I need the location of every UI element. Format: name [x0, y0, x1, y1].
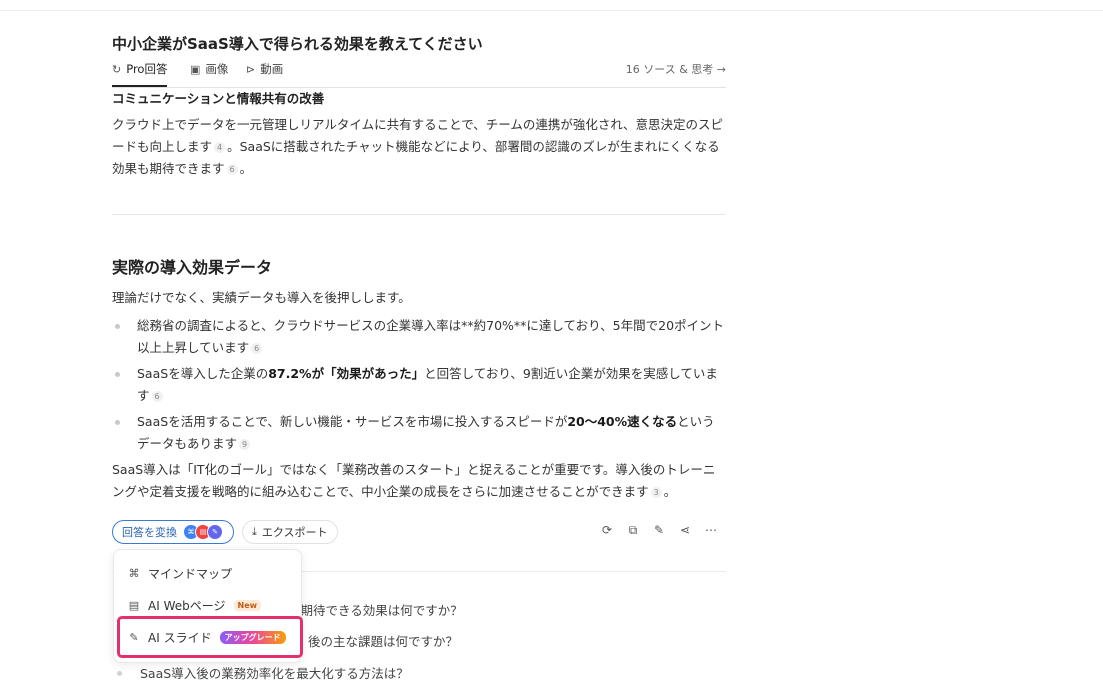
- answer-toolbar: ⟳ ⧉ ✎ ⋖ ⋯: [600, 523, 718, 538]
- bullet-text: 総務省の調査によると、クラウドサービスの企業導入率は**約70%**に達しており…: [137, 318, 725, 355]
- intro-paragraph: 理論だけでなく、実績データも導入を後押しします。: [112, 290, 411, 305]
- edit-icon[interactable]: ✎: [652, 523, 666, 538]
- highlight-box: [117, 616, 303, 658]
- section-heading: コミュニケーションと情報共有の改善: [112, 91, 325, 106]
- bullet-bold-text: 87.2%が「効果があった」: [268, 366, 425, 381]
- bullet-text: SaaSを導入した企業の: [137, 366, 269, 381]
- citation-badge[interactable]: 4: [214, 142, 226, 153]
- image-icon: ▣: [190, 62, 201, 76]
- menu-item-label: マインドマップ: [148, 567, 233, 581]
- pro-search-icon: ↻: [112, 62, 122, 76]
- related-question[interactable]: SaaS導入後の業務効率化を最大化する方法は？: [112, 663, 726, 682]
- refresh-icon[interactable]: ⟳: [600, 523, 614, 538]
- convert-type-icons: ⌘ ▤ ✎: [183, 524, 223, 540]
- question-title: 中小企業がSaaS導入で得られる効果を教えてください: [112, 35, 483, 53]
- video-icon: ⊳: [246, 62, 256, 76]
- tab-label: Pro回答: [126, 62, 168, 76]
- share-icon[interactable]: ⋖: [678, 523, 692, 538]
- bullet-text: SaaSを活用することで、新しい機能・サービスを市場に投入するスピードが: [137, 414, 568, 429]
- new-badge: New: [233, 600, 262, 611]
- paragraph-text: 。: [239, 161, 253, 176]
- list-item: SaaSを導入した企業の87.2%が「効果があった」と回答しており、9割近い企業…: [112, 363, 726, 407]
- section-heading-large: 実際の導入効果データ: [112, 258, 273, 277]
- export-label: エクスポート: [261, 526, 328, 539]
- citation-badge[interactable]: 9: [239, 439, 251, 450]
- section-divider: [112, 214, 726, 215]
- paragraph-text: 。: [663, 484, 677, 499]
- citation-badge[interactable]: 6: [251, 343, 263, 354]
- tab-pro-answer[interactable]: ↻ Pro回答: [112, 59, 168, 87]
- webpage-icon: ▤: [128, 599, 140, 612]
- menu-item-mindmap[interactable]: ⌘ マインドマップ: [128, 565, 233, 582]
- mindmap-icon: ⌘: [128, 567, 140, 580]
- citation-badge[interactable]: 6: [226, 164, 238, 175]
- citation-badge[interactable]: 6: [151, 391, 163, 402]
- answer-actions: 回答を変換 ⌘ ▤ ✎ ⤓ エクスポート ⟳ ⧉ ✎ ⋖ ⋯: [112, 520, 726, 546]
- list-item: 総務省の調査によると、クラウドサービスの企業導入率は**約70%**に達しており…: [112, 315, 726, 359]
- list-item: SaaSを活用することで、新しい機能・サービスを市場に投入するスピードが20〜4…: [112, 411, 726, 455]
- list-bullet: [117, 671, 122, 676]
- export-button[interactable]: ⤓ エクスポート: [242, 520, 338, 544]
- answer-tabs: ↻ Pro回答 ▣ 画像 ⊳ 動画 16 ソース & 思考 →: [112, 59, 726, 88]
- download-icon: ⤓: [252, 525, 257, 538]
- tab-label: 動画: [260, 62, 284, 76]
- section-paragraph: クラウド上でデータを一元管理しリアルタイムに共有することで、チームの連携が強化さ…: [112, 114, 726, 180]
- paragraph-text: SaaS導入は「IT化のゴール」ではなく「業務改善のスタート」と捉えることが重要…: [112, 462, 716, 499]
- slide-badge-icon: ✎: [207, 524, 223, 540]
- copy-icon[interactable]: ⧉: [626, 523, 640, 538]
- closing-paragraph: SaaS導入は「IT化のゴール」ではなく「業務改善のスタート」と捉えることが重要…: [112, 459, 726, 503]
- citation-badge[interactable]: 3: [650, 487, 662, 498]
- top-divider: [0, 10, 1103, 11]
- related-question-text: SaaS導入後の業務効率化を最大化する方法は？: [140, 666, 409, 681]
- bullet-list: 総務省の調査によると、クラウドサービスの企業導入率は**約70%**に達しており…: [112, 315, 726, 459]
- convert-answer-button[interactable]: 回答を変換 ⌘ ▤ ✎: [112, 520, 234, 544]
- tab-images[interactable]: ▣ 画像: [190, 59, 228, 79]
- menu-item-label: AI Webページ: [148, 599, 226, 613]
- sources-link[interactable]: 16 ソース & 思考 →: [626, 59, 726, 79]
- convert-label: 回答を変換: [122, 526, 177, 539]
- menu-item-ai-webpage[interactable]: ▤ AI Webページ New: [128, 597, 262, 614]
- more-icon[interactable]: ⋯: [704, 523, 718, 538]
- bullet-bold-text: 20〜40%速くなる: [567, 414, 678, 429]
- tab-videos[interactable]: ⊳ 動画: [246, 59, 283, 79]
- tab-label: 画像: [205, 62, 229, 76]
